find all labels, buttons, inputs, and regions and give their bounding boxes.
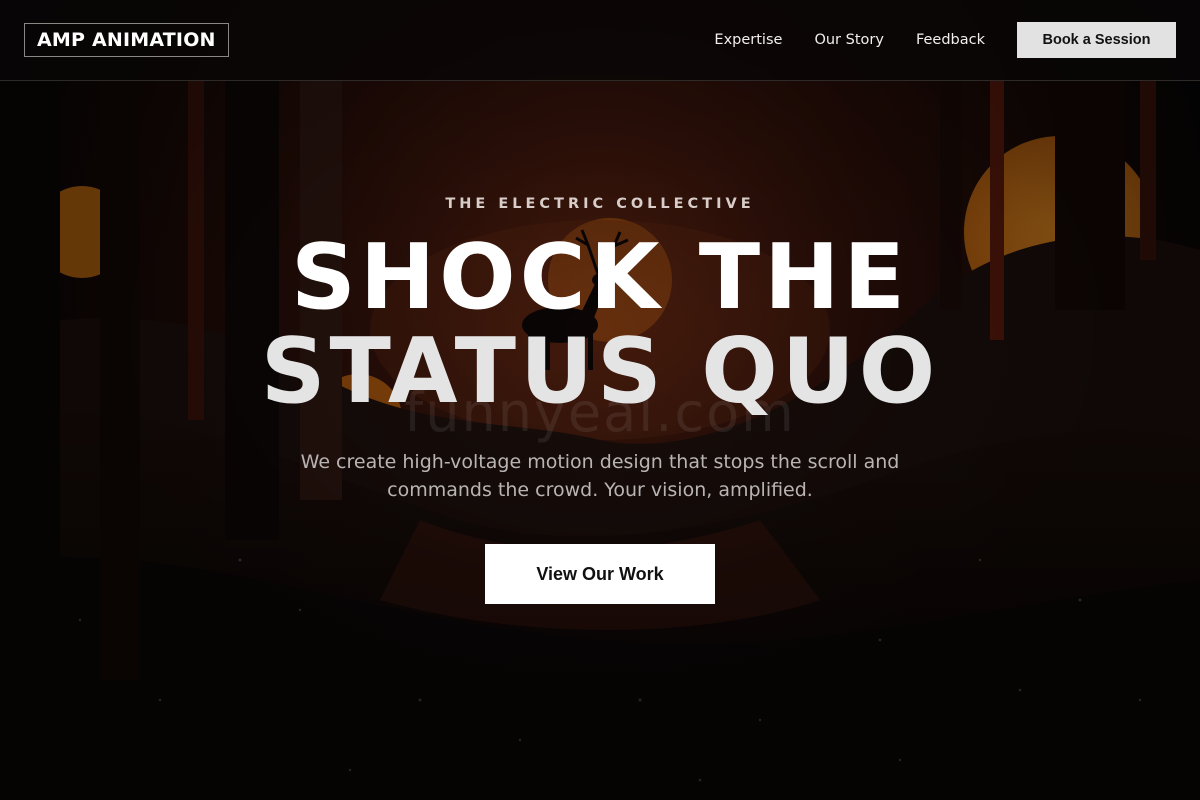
hero-section: THE ELECTRIC COLLECTIVE SHOCK THE STATUS… bbox=[0, 81, 1200, 800]
main-nav: Expertise Our Story Feedback Book a Sess… bbox=[714, 22, 1176, 58]
hero-subtitle: We create high-voltage motion design tha… bbox=[300, 451, 900, 501]
watermark-text: funnyeal.com bbox=[404, 381, 796, 444]
top-navbar: AMP ANIMATION Expertise Our Story Feedba… bbox=[0, 0, 1200, 81]
brand-logo[interactable]: AMP ANIMATION bbox=[24, 23, 229, 57]
book-session-button[interactable]: Book a Session bbox=[1017, 22, 1176, 58]
hero-eyebrow: THE ELECTRIC COLLECTIVE bbox=[445, 196, 755, 212]
nav-link-expertise[interactable]: Expertise bbox=[714, 32, 782, 48]
view-our-work-button[interactable]: View Our Work bbox=[485, 544, 715, 604]
nav-link-our-story[interactable]: Our Story bbox=[814, 32, 883, 48]
hero-headline-line-1: SHOCK THE bbox=[291, 225, 909, 330]
nav-link-feedback[interactable]: Feedback bbox=[916, 32, 985, 48]
